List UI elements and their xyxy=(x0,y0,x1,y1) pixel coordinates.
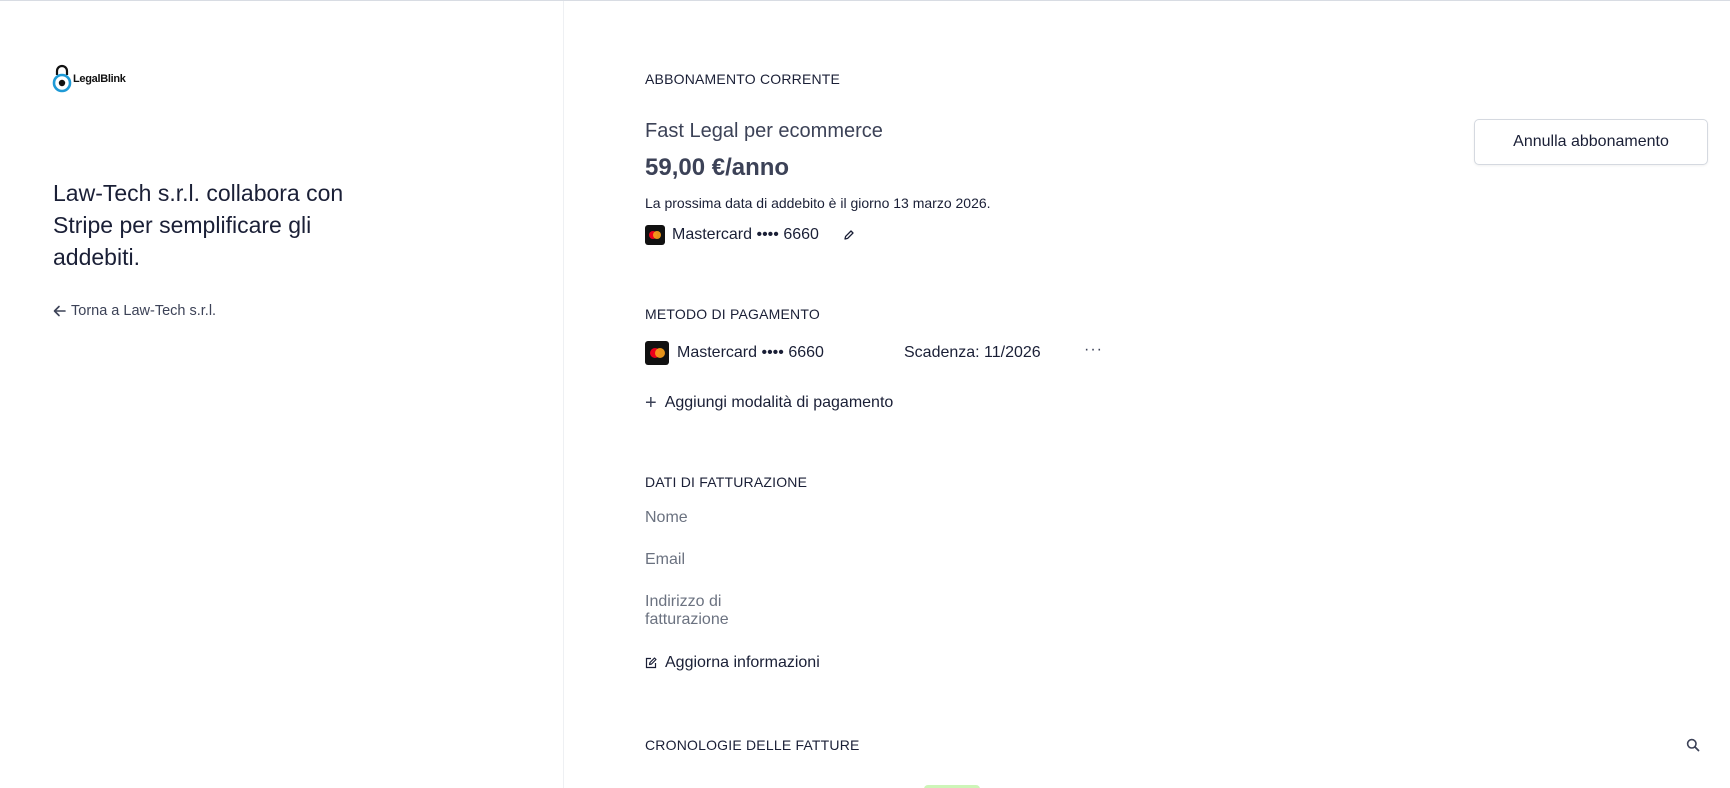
subscription-card-label: Mastercard •••• 6660 xyxy=(672,226,819,243)
plan-name: Fast Legal per ecommerce xyxy=(645,120,883,142)
portal-main: ABBONAMENTO CORRENTE Fast Legal per ecom… xyxy=(564,1,1730,788)
add-payment-method-label: Aggiungi modalità di pagamento xyxy=(664,394,894,411)
plus-icon: + xyxy=(645,392,657,414)
arrow-left-icon xyxy=(53,305,66,317)
edit-card-button[interactable] xyxy=(843,229,855,241)
card-expiry: Scadenza: 11/2026 xyxy=(904,344,1041,361)
card-options-menu-button[interactable]: ··· xyxy=(1084,341,1103,359)
search-icon xyxy=(1686,738,1700,752)
mastercard-icon xyxy=(645,225,665,245)
back-link-label: Torna a Law-Tech s.r.l. xyxy=(71,303,217,319)
plan-price: 59,00 €/anno xyxy=(645,154,790,181)
payment-method-title: METODO DI PAGAMENTO xyxy=(645,306,820,322)
logo-text: LegalBlink xyxy=(73,73,126,85)
legalblink-logo: LegalBlink xyxy=(52,63,126,95)
back-to-merchant-link[interactable]: Torna a Law-Tech s.r.l. xyxy=(53,303,216,319)
invoice-history-title: CRONOLOGIE DELLE FATTURE xyxy=(645,737,860,753)
invoice-search-button[interactable] xyxy=(1686,738,1700,757)
add-payment-method-button[interactable]: + Aggiungi modalità di pagamento xyxy=(645,392,894,414)
update-information-label: Aggiorna informazioni xyxy=(665,654,820,671)
pencil-icon xyxy=(844,230,854,240)
name-label: Nome xyxy=(645,509,688,526)
cancel-subscription-button[interactable]: Annulla abbonamento xyxy=(1474,119,1708,165)
billing-address-label-line1: Indirizzo di xyxy=(645,593,722,610)
mastercard-icon xyxy=(645,341,669,365)
merchant-panel: LegalBlink Law-Tech s.r.l. collabora con… xyxy=(0,1,564,788)
payment-card-label: Mastercard •••• 6660 xyxy=(677,344,824,361)
billing-address-label: Indirizzo di fatturazione xyxy=(645,593,729,629)
next-billing-date: La prossima data di addebito è il giorno… xyxy=(645,195,991,211)
payment-method-row: Mastercard •••• 6660 xyxy=(645,341,824,365)
billing-address-label-line2: fatturazione xyxy=(645,611,729,628)
current-subscription-title: ABBONAMENTO CORRENTE xyxy=(645,71,841,87)
email-label: Email xyxy=(645,551,686,568)
billing-info-title: DATI DI FATTURAZIONE xyxy=(645,474,808,490)
subscription-card: Mastercard •••• 6660 xyxy=(645,225,855,245)
merchant-tagline: Law-Tech s.r.l. collabora con Stripe per… xyxy=(53,180,344,270)
lock-logo-icon xyxy=(52,64,72,93)
edit-icon xyxy=(645,657,657,669)
update-information-button[interactable]: Aggiorna informazioni xyxy=(645,654,820,672)
